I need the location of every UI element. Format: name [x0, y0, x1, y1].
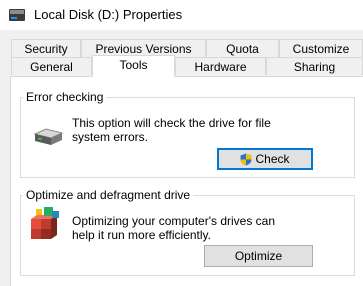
error-checking-description: This option will check the drive for fil… — [72, 116, 271, 144]
tab-hardware[interactable]: Hardware — [175, 57, 266, 75]
tab-row-back: Security Previous Versions Quota Customi… — [11, 39, 363, 58]
tab-quota[interactable]: Quota — [206, 39, 279, 57]
optimize-description: Optimizing your computer's drives can he… — [72, 214, 276, 242]
check-button-label: Check — [255, 152, 290, 166]
optimize-button-label: Optimize — [234, 249, 283, 263]
window-title: Local Disk (D:) Properties — [34, 7, 183, 22]
optimize-legend: Optimize and defragment drive — [26, 188, 191, 202]
tab-security[interactable]: Security — [11, 39, 81, 57]
tools-panel: Error checking This option will check th… — [10, 76, 363, 286]
tab-sharing[interactable]: Sharing — [266, 57, 363, 75]
tab-customize[interactable]: Customize — [279, 39, 363, 57]
drive-icon — [9, 9, 25, 21]
tab-tools[interactable]: Tools — [92, 55, 175, 77]
error-checking-legend: Error checking — [26, 90, 104, 104]
check-button[interactable]: Check — [217, 148, 313, 170]
tab-row-front: General Tools Hardware Sharing — [11, 55, 363, 77]
hard-drive-icon — [33, 128, 64, 145]
defragment-icon — [31, 207, 59, 239]
uac-shield-icon — [240, 153, 252, 165]
title-bar[interactable]: Local Disk (D:) Properties — [0, 0, 363, 30]
tab-general[interactable]: General — [11, 57, 92, 75]
optimize-button[interactable]: Optimize — [204, 245, 313, 267]
